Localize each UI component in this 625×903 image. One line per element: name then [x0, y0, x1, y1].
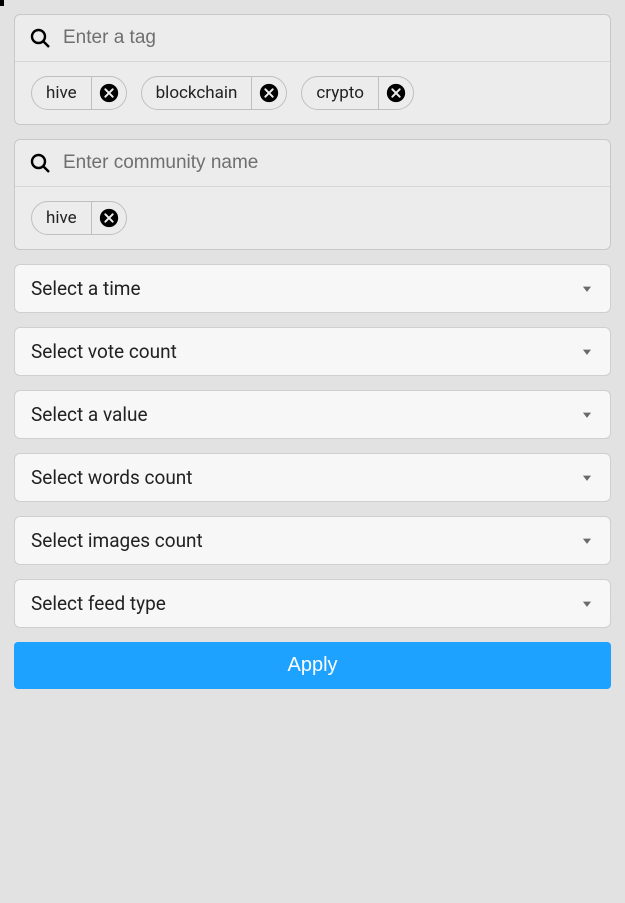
- community-input-row: [15, 140, 610, 187]
- chip-label: hive: [32, 77, 91, 109]
- select-label: Select vote count: [31, 340, 177, 363]
- chip-remove-button[interactable]: [92, 202, 126, 234]
- select-label: Select a time: [31, 277, 141, 300]
- select-label: Select a value: [31, 403, 148, 426]
- chevron-down-icon: [580, 345, 594, 359]
- select-label: Select words count: [31, 466, 193, 489]
- community-input[interactable]: [63, 152, 598, 174]
- chip-label: crypto: [302, 77, 378, 109]
- chevron-down-icon: [580, 597, 594, 611]
- chip-remove-button[interactable]: [379, 77, 413, 109]
- value-select[interactable]: Select a value: [14, 390, 611, 439]
- chevron-down-icon: [580, 282, 594, 296]
- tag-chip: hive: [31, 76, 127, 110]
- spacer: [14, 689, 611, 903]
- chip-remove-button[interactable]: [252, 77, 286, 109]
- tag-input[interactable]: [63, 27, 598, 49]
- select-label: Select images count: [31, 529, 203, 552]
- images-count-select[interactable]: Select images count: [14, 516, 611, 565]
- tag-chip: crypto: [301, 76, 414, 110]
- chevron-down-icon: [580, 534, 594, 548]
- tag-chips-row: hive blockchain crypto: [15, 62, 610, 124]
- chip-label: blockchain: [142, 77, 252, 109]
- apply-button[interactable]: Apply: [14, 642, 611, 689]
- words-count-select[interactable]: Select words count: [14, 453, 611, 502]
- time-select[interactable]: Select a time: [14, 264, 611, 313]
- tag-chip: blockchain: [141, 76, 288, 110]
- select-label: Select feed type: [31, 592, 166, 615]
- chevron-down-icon: [580, 471, 594, 485]
- filter-panel: hive blockchain crypto: [0, 0, 625, 903]
- search-icon: [27, 25, 53, 51]
- tag-input-row: [15, 15, 610, 62]
- vote-count-select[interactable]: Select vote count: [14, 327, 611, 376]
- chip-label: hive: [32, 202, 91, 234]
- tag-filter-card: hive blockchain crypto: [14, 14, 611, 125]
- community-chips-row: hive: [15, 187, 610, 249]
- search-icon: [27, 150, 53, 176]
- chevron-down-icon: [580, 408, 594, 422]
- community-chip: hive: [31, 201, 127, 235]
- chip-remove-button[interactable]: [92, 77, 126, 109]
- feed-type-select[interactable]: Select feed type: [14, 579, 611, 628]
- community-filter-card: hive: [14, 139, 611, 250]
